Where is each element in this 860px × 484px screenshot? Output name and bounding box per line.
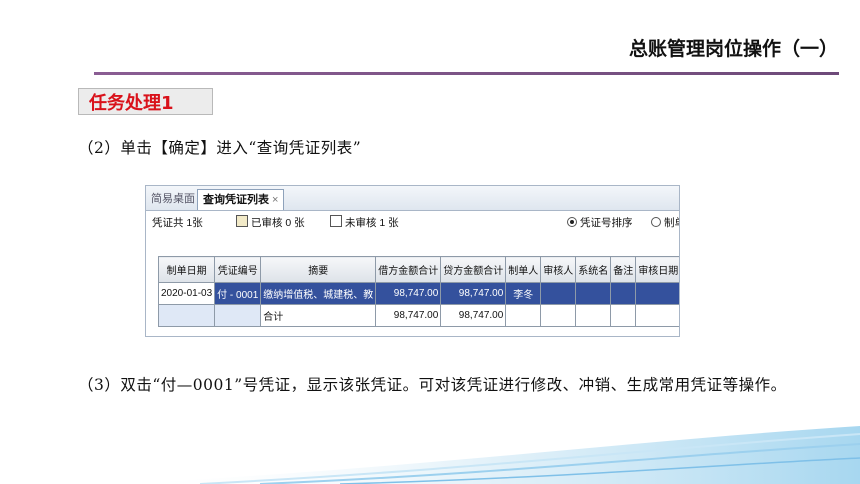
- cell-audit-date[interactable]: [635, 282, 679, 305]
- column-header[interactable]: 制单日期: [157, 256, 216, 283]
- radio-selected-icon[interactable]: [567, 217, 577, 227]
- total-credit: 98,747.00: [440, 304, 507, 327]
- close-icon[interactable]: ×: [272, 194, 278, 206]
- table-total-row: 合计 98,747.00 98,747.00: [157, 304, 679, 327]
- sort-by-voucher-radio[interactable]: 凭证号排序: [567, 210, 633, 236]
- tab-label: 查询凭证列表: [203, 194, 269, 206]
- cell-empty: [635, 304, 679, 327]
- cell-debit[interactable]: 98,747.00: [375, 282, 442, 305]
- total-debit: 98,747.00: [375, 304, 442, 327]
- checkbox-icon[interactable]: [236, 215, 248, 227]
- cell-empty: [157, 304, 216, 327]
- title-divider: [94, 72, 839, 75]
- unaudited-filter[interactable]: 未审核 1 张: [330, 210, 399, 236]
- column-header[interactable]: 审核日期: [635, 256, 679, 283]
- cell-system[interactable]: [575, 282, 612, 305]
- column-header[interactable]: 审核人: [540, 256, 577, 283]
- sort-voucher-label: 凭证号排序: [580, 217, 633, 229]
- cell-empty: [540, 304, 577, 327]
- cell-credit[interactable]: 98,747.00: [440, 282, 507, 305]
- step-3-text: （3）双击“付—0001”号凭证，显示该张凭证。可对该凭证进行修改、冲销、生成常…: [78, 376, 787, 394]
- audited-label: 已审核 0 张: [251, 217, 305, 229]
- cell-voucher-number[interactable]: 付 - 0001: [214, 282, 262, 305]
- column-header[interactable]: 系统名: [575, 256, 612, 283]
- radio-icon[interactable]: [651, 217, 661, 227]
- task-label-box: 任务处理1: [78, 88, 213, 115]
- sort-maker-label: 制单: [664, 217, 679, 229]
- cell-empty: [505, 304, 542, 327]
- cell-maker[interactable]: 李冬: [505, 282, 542, 305]
- column-header[interactable]: 备注: [610, 256, 637, 283]
- status-row: 凭证共 1张 已审核 0 张 未审核 1 张 凭证号排序 制单: [146, 210, 679, 236]
- voucher-table: 制单日期 凭证编号 摘要 借方金额合计 贷方金额合计 制单人 审核人 系统名 备…: [157, 256, 679, 327]
- table-row[interactable]: 2020-01-03 付 - 0001 缴纳增值税、城建税、教 98,747.0…: [157, 282, 679, 305]
- cell-empty: [575, 304, 612, 327]
- cell-date[interactable]: 2020-01-03: [157, 282, 216, 305]
- tab-bar: 简易桌面 查询凭证列表 ×: [146, 186, 679, 211]
- cell-summary[interactable]: 缴纳增值税、城建税、教: [260, 282, 377, 305]
- voucher-list-screenshot: 简易桌面 查询凭证列表 × 凭证共 1张 已审核 0 张 未审核 1 张 凭证号排…: [145, 185, 680, 337]
- sort-by-maker-radio[interactable]: 制单: [651, 210, 679, 236]
- cell-auditor[interactable]: [540, 282, 577, 305]
- column-header[interactable]: 借方金额合计: [375, 256, 442, 283]
- page-title: 总账管理岗位操作（一）: [628, 38, 838, 60]
- cell-empty: [610, 304, 637, 327]
- cell-empty: [214, 304, 262, 327]
- tab-query-voucher-list[interactable]: 查询凭证列表 ×: [197, 189, 285, 210]
- voucher-count: 凭证共 1张: [152, 217, 203, 229]
- tab-simple-desktop[interactable]: 简易桌面: [146, 189, 200, 209]
- decorative-swoosh: [120, 426, 860, 484]
- column-header[interactable]: 凭证编号: [214, 256, 262, 283]
- column-header[interactable]: 制单人: [505, 256, 542, 283]
- column-header[interactable]: 摘要: [260, 256, 377, 283]
- tab-label: 简易桌面: [151, 193, 195, 205]
- audited-filter[interactable]: 已审核 0 张: [236, 210, 305, 236]
- cell-note[interactable]: [610, 282, 637, 305]
- unaudited-label: 未审核 1 张: [345, 217, 399, 229]
- step-2-text: （2）单击【确定】进入“查询凭证列表”: [78, 139, 362, 157]
- checkbox-icon[interactable]: [330, 215, 342, 227]
- table-header-row: 制单日期 凭证编号 摘要 借方金额合计 贷方金额合计 制单人 审核人 系统名 备…: [157, 256, 679, 283]
- column-header[interactable]: 贷方金额合计: [440, 256, 507, 283]
- total-label: 合计: [260, 304, 377, 327]
- task-label: 任务处理1: [89, 92, 174, 114]
